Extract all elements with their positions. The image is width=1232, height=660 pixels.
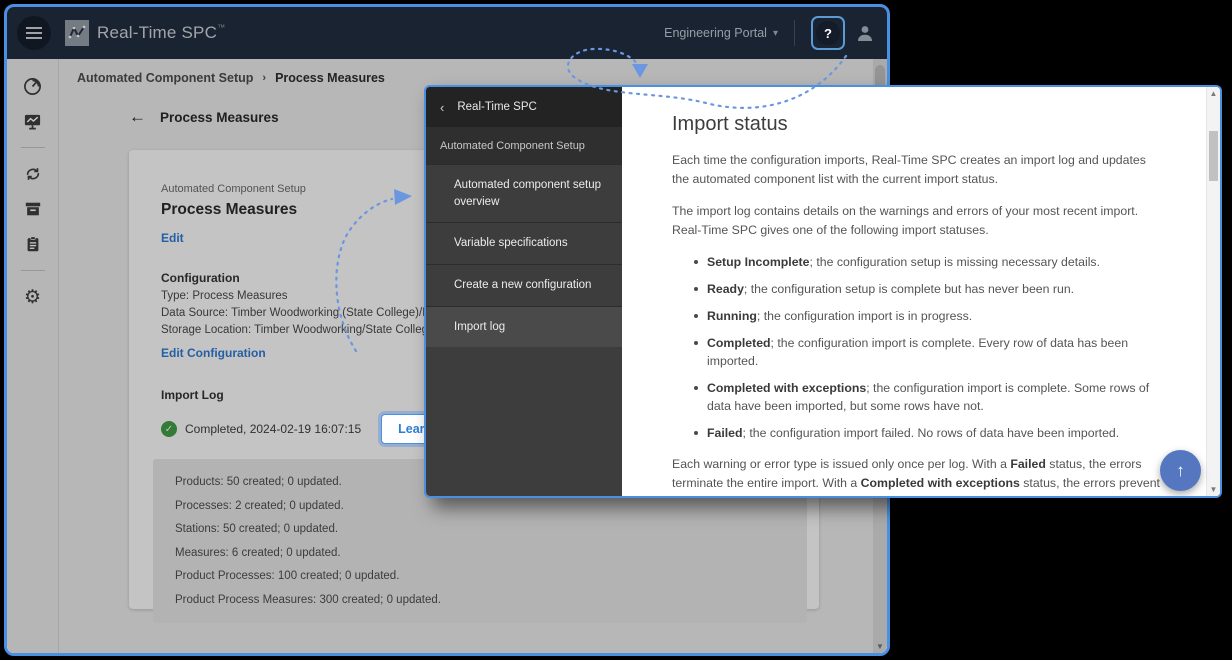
scrollbar-down-arrow[interactable]: ▼ <box>1207 485 1220 494</box>
scroll-to-top-button[interactable]: ↑ <box>1160 450 1201 491</box>
help-sidebar-section-label: Automated Component Setup <box>426 127 622 164</box>
article-paragraph-2: The import log contains details on the w… <box>672 202 1160 241</box>
tutorial-composite: { "colors": { "accent_blue": "#4a90e2", … <box>0 0 1232 660</box>
help-nav-item-create-config[interactable]: Create a new configuration <box>426 264 622 306</box>
status-item: Setup Incomplete; the configuration setu… <box>694 253 1160 271</box>
help-sidebar-back-label: Real-Time SPC <box>457 101 536 113</box>
status-item: Completed; the configuration import is c… <box>694 334 1160 371</box>
scrollbar-up-arrow[interactable]: ▲ <box>1207 89 1220 98</box>
help-article: Import status Each time the configuratio… <box>622 87 1220 496</box>
help-panel-scrollbar[interactable]: ▲ ▼ <box>1206 87 1220 496</box>
help-sidebar-back[interactable]: ‹ Real-Time SPC <box>426 87 622 127</box>
scrollbar-thumb[interactable] <box>1209 131 1218 181</box>
article-paragraph-1: Each time the configuration imports, Rea… <box>672 151 1160 190</box>
help-nav-item-overview[interactable]: Automated component setup overview <box>426 164 622 222</box>
help-nav-item-import-log[interactable]: Import log <box>426 306 622 348</box>
status-item: Ready; the configuration setup is comple… <box>694 280 1160 298</box>
status-list: Setup Incomplete; the configuration setu… <box>694 253 1160 443</box>
chevron-left-icon: ‹ <box>440 100 444 115</box>
help-button-highlight-ring: ? <box>811 16 845 50</box>
help-nav-item-variable-specs[interactable]: Variable specifications <box>426 222 622 264</box>
arrow-up-icon: ↑ <box>1176 461 1185 480</box>
question-mark-icon: ? <box>824 26 832 41</box>
help-panel: ‹ Real-Time SPC Automated Component Setu… <box>424 85 1222 498</box>
status-item: Completed with exceptions; the configura… <box>694 379 1160 416</box>
status-item: Running; the configuration import is in … <box>694 307 1160 325</box>
status-item: Failed; the configuration import failed.… <box>694 424 1160 442</box>
help-panel-sidebar: ‹ Real-Time SPC Automated Component Setu… <box>426 87 622 496</box>
article-title: Import status <box>672 113 1160 136</box>
article-paragraph-3: Each warning or error type is issued onl… <box>672 455 1160 498</box>
help-button[interactable]: ? <box>816 21 840 45</box>
